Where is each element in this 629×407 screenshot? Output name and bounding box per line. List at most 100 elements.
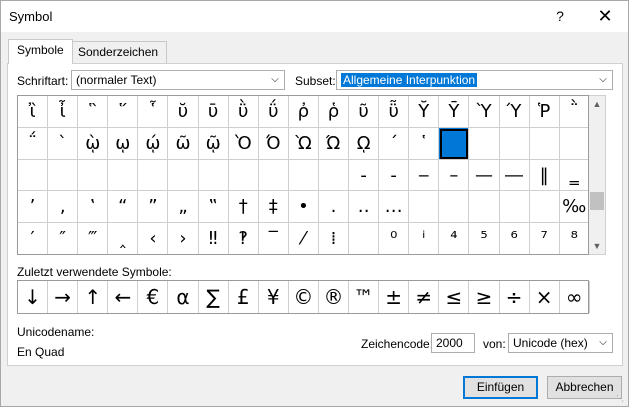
resize-grip-icon[interactable]: ⋱ <box>616 394 626 404</box>
symbol-cell[interactable] <box>469 127 500 160</box>
recent-symbol-cell[interactable]: € <box>138 281 169 313</box>
symbol-cell[interactable]: ῝ <box>78 96 109 128</box>
symbol-cell[interactable] <box>499 127 530 160</box>
recent-symbol-cell[interactable]: ± <box>379 281 410 313</box>
symbol-cell[interactable]: ῴ <box>138 127 169 160</box>
symbol-cell[interactable]: Ῥ <box>529 96 560 128</box>
recent-symbol-cell[interactable]: ≠ <box>409 281 440 313</box>
symbol-cell[interactable] <box>529 191 560 224</box>
symbol-cell[interactable] <box>439 127 470 160</box>
symbol-cell[interactable]: ⁴ <box>439 223 470 254</box>
chevron-down-icon[interactable]: ⌵ <box>266 71 284 89</box>
symbol-cell[interactable]: ‽ <box>228 223 259 254</box>
recent-symbol-cell[interactable]: ≥ <box>469 281 500 313</box>
cancel-button[interactable]: Abbrechen <box>547 376 622 399</box>
symbol-cell[interactable] <box>499 191 530 224</box>
recent-symbol-cell[interactable]: ↓ <box>18 281 49 313</box>
symbol-cell[interactable]: ‸ <box>108 223 139 254</box>
subset-select[interactable]: Allgemeine Interpunktion ⌵ <box>336 70 613 90</box>
symbol-cell[interactable] <box>78 159 109 192</box>
symbol-cell[interactable]: ‼ <box>198 223 229 254</box>
symbol-cell[interactable]: ‰ <box>559 191 588 224</box>
insert-button[interactable]: Einfügen <box>463 376 538 399</box>
chevron-down-icon[interactable]: ⌵ <box>594 334 612 352</box>
symbol-cell[interactable]: ‑ <box>379 159 410 192</box>
symbol-cell[interactable]: ⁱ <box>409 223 440 254</box>
recent-symbol-cell[interactable]: ∑ <box>199 281 229 313</box>
symbol-cell[interactable]: ἲ <box>18 96 49 128</box>
symbol-cell[interactable]: ´ <box>379 127 410 160</box>
symbol-cell[interactable]: Ύ <box>499 96 530 128</box>
symbol-cell[interactable]: ‐ <box>349 159 380 192</box>
symbol-cell[interactable]: ῧ <box>379 96 410 128</box>
symbol-cell[interactable]: ⁰ <box>379 223 410 254</box>
symbol-cell[interactable] <box>168 159 199 192</box>
symbol-cell[interactable]: – <box>439 159 470 192</box>
symbol-cell[interactable]: ‖ <box>529 159 560 192</box>
chevron-down-icon[interactable]: ⌵ <box>594 71 612 89</box>
symbol-cell[interactable] <box>138 159 169 192</box>
symbol-cell[interactable]: ῦ <box>349 96 380 128</box>
symbol-cell[interactable]: ῼ <box>349 127 380 160</box>
symbol-cell[interactable]: … <box>379 191 410 224</box>
symbol-cell[interactable]: ῢ <box>228 96 259 128</box>
tab-symbole[interactable]: Symbole <box>8 39 73 64</box>
symbol-cell[interactable]: ‾ <box>258 223 289 254</box>
symbol-cell[interactable]: ‛ <box>78 191 109 224</box>
symbol-cell[interactable]: ῭ <box>559 96 588 128</box>
recent-symbol-cell[interactable]: ≤ <box>439 281 470 313</box>
symbol-cell[interactable]: ῷ <box>198 127 229 160</box>
symbol-cell[interactable]: ” <box>138 191 169 224</box>
symbol-cell[interactable] <box>288 159 319 192</box>
symbol-cell[interactable]: ` <box>48 127 79 160</box>
symbol-cell[interactable]: ․ <box>318 191 350 224</box>
arrow-down-icon[interactable]: ▼ <box>589 238 605 254</box>
symbol-cell[interactable]: ‚ <box>48 191 79 224</box>
symbol-cell[interactable]: ῾ <box>409 127 440 160</box>
symbol-cell[interactable] <box>409 191 440 224</box>
symbol-cell[interactable]: ῤ <box>288 96 319 128</box>
symbol-cell[interactable]: ΅ <box>18 127 49 160</box>
symbol-cell[interactable]: ῶ <box>168 127 199 160</box>
symbol-cell[interactable]: Ῠ <box>409 96 440 128</box>
recent-symbol-cell[interactable]: × <box>530 281 560 313</box>
symbol-cell[interactable]: ἶ <box>48 96 79 128</box>
symbol-cell[interactable]: “ <box>108 191 139 224</box>
charcode-input[interactable]: 2000 <box>431 333 475 353</box>
symbol-cell[interactable] <box>318 159 350 192</box>
symbol-cell[interactable] <box>228 159 259 192</box>
close-button[interactable]: ✕ <box>587 3 623 29</box>
tab-sonderzeichen[interactable]: Sonderzeichen <box>69 41 168 63</box>
symbol-cell[interactable]: Ὺ <box>469 96 500 128</box>
symbol-cell[interactable]: ‒ <box>409 159 440 192</box>
recent-symbol-cell[interactable]: α <box>168 281 199 313</box>
recent-symbol-cell[interactable]: £ <box>229 281 259 313</box>
symbol-cell[interactable]: › <box>168 223 199 254</box>
symbol-cell[interactable]: ΰ <box>258 96 289 128</box>
recent-symbol-cell[interactable]: ¥ <box>259 281 289 313</box>
symbol-cell[interactable]: ῡ <box>198 96 229 128</box>
symbol-cell[interactable]: ‡ <box>258 191 289 224</box>
symbol-cell[interactable] <box>559 128 588 160</box>
symbol-cell[interactable]: ‟ <box>198 191 229 224</box>
symbol-cell[interactable]: ῳ <box>108 127 139 160</box>
symbol-cell[interactable]: ῟ <box>138 96 169 128</box>
symbol-cell[interactable]: ῠ <box>168 96 199 128</box>
symbol-cell[interactable]: ″ <box>48 223 79 254</box>
recent-symbol-cell[interactable]: ® <box>319 281 350 313</box>
symbol-cell[interactable]: ’ <box>18 191 49 224</box>
recent-symbol-cell[interactable]: © <box>289 281 319 313</box>
symbol-cell[interactable]: ⁸ <box>559 223 588 254</box>
symbol-cell[interactable]: • <box>288 191 319 224</box>
symbol-cell[interactable]: ῞ <box>108 96 139 128</box>
symbol-cell[interactable]: ‥ <box>349 191 380 224</box>
arrow-up-icon[interactable]: ▲ <box>589 96 605 112</box>
symbol-cell[interactable]: Ὼ <box>288 127 319 160</box>
symbol-cell[interactable]: ῥ <box>318 96 350 128</box>
symbol-cell[interactable]: † <box>228 191 259 224</box>
symbol-cell[interactable]: ⁄ <box>288 223 319 254</box>
symbol-cell[interactable]: Ῡ <box>439 96 470 128</box>
symbol-cell[interactable] <box>469 191 500 224</box>
help-button[interactable]: ? <box>547 3 573 29</box>
symbol-cell[interactable]: ⁷ <box>529 223 560 254</box>
